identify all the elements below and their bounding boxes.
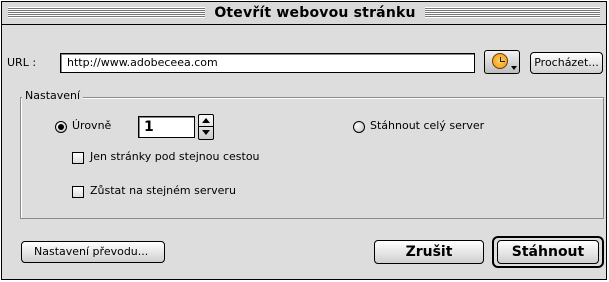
same-path-checkbox[interactable] xyxy=(72,152,84,164)
settings-group-label: Nastavení xyxy=(22,89,84,102)
levels-input[interactable]: 1 xyxy=(138,116,195,138)
dropdown-caret-icon xyxy=(511,66,517,70)
clock-icon xyxy=(492,53,508,69)
levels-stepper[interactable] xyxy=(198,114,214,140)
whole-server-radio[interactable] xyxy=(353,121,365,133)
window-title: Otevřít webovou stránku xyxy=(205,3,425,23)
browse-button[interactable]: Procházet... xyxy=(530,52,603,74)
same-path-label: Jen stránky pod stejnou cestou xyxy=(90,150,260,163)
url-label: URL : xyxy=(7,56,37,69)
cancel-button[interactable]: Zrušit xyxy=(374,240,484,264)
levels-radio[interactable] xyxy=(55,121,67,133)
same-server-label: Zůstat na stejném serveru xyxy=(90,184,236,197)
transfer-settings-button[interactable]: Nastavení převodu... xyxy=(21,241,165,263)
whole-server-label: Stáhnout celý server xyxy=(370,119,485,132)
same-server-checkbox[interactable] xyxy=(72,186,84,198)
download-button[interactable]: Stáhnout xyxy=(497,240,599,264)
url-input[interactable]: http://www.adobeceea.com xyxy=(60,53,475,73)
default-button-ring: Stáhnout xyxy=(492,236,604,268)
stepper-down-icon[interactable] xyxy=(202,130,210,135)
stepper-up-icon[interactable] xyxy=(202,118,210,123)
levels-label: Úrovně xyxy=(72,119,112,132)
title-bar[interactable]: Otevřít webovou stránku xyxy=(2,2,606,25)
history-button[interactable] xyxy=(484,50,520,74)
